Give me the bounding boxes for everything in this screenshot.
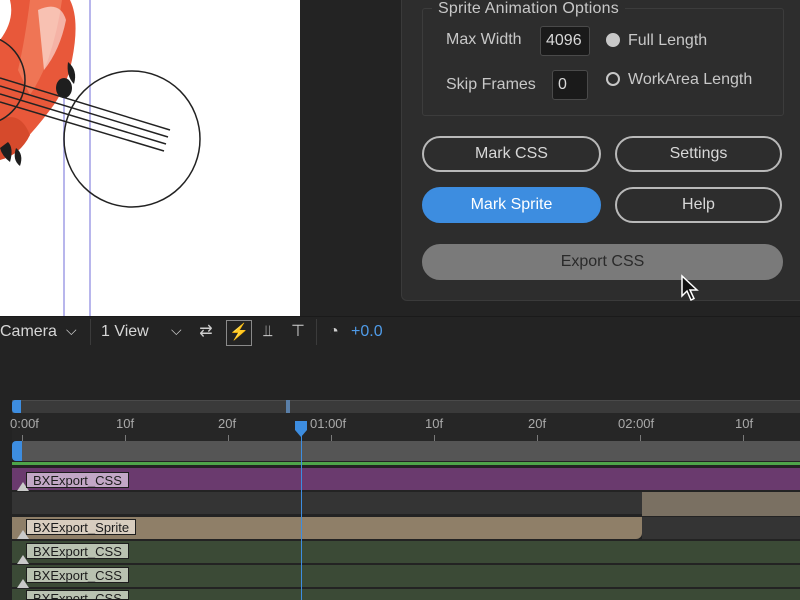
toolbar-divider (316, 319, 317, 345)
layer-track-empty (642, 517, 800, 539)
tick-label: 10f (116, 416, 135, 431)
tick-label: 10f (735, 416, 754, 431)
mark-css-button[interactable]: Mark CSS (422, 136, 601, 172)
timeline-icon[interactable]: ⫫ (256, 320, 280, 344)
mouse-cursor-icon (681, 274, 699, 302)
full-length-label[interactable]: Full Length (628, 32, 707, 50)
fast-preview-icon[interactable]: ⚡ (226, 320, 252, 346)
tick-label: 01:00f (310, 416, 347, 431)
layer-track-css[interactable] (12, 541, 800, 563)
skip-frames-field[interactable]: 0 (552, 70, 588, 100)
fox-illustration (0, 0, 201, 316)
playhead-handle[interactable] (294, 420, 308, 438)
composition-viewer[interactable] (0, 0, 300, 316)
max-width-field[interactable]: 4096 (540, 26, 590, 56)
max-width-label: Max Width (446, 31, 522, 48)
workarea-length-label[interactable]: WorkArea Length (628, 71, 752, 89)
navigator-current-marker (286, 400, 290, 413)
flowchart-icon[interactable]: ⊤ (286, 320, 310, 344)
cache-indicator (12, 462, 800, 465)
layer-name[interactable]: BXExport_CSS (26, 567, 129, 583)
work-area-bar[interactable] (22, 441, 800, 461)
tick-label: 20f (218, 416, 237, 431)
workarea-length-radio[interactable] (606, 72, 620, 86)
camera-dropdown-label[interactable]: Camera (0, 323, 57, 341)
settings-button[interactable]: Settings (615, 136, 782, 172)
layer-name[interactable]: BXExport_Sprite (26, 519, 137, 535)
navigator-start-handle[interactable] (12, 400, 21, 413)
time-navigator[interactable] (12, 400, 800, 414)
sprite-options-group (422, 8, 784, 116)
chevron-down-icon[interactable]: ⌵ (171, 322, 182, 339)
help-button[interactable]: Help (615, 187, 782, 223)
exposure-value[interactable]: +0.0 (351, 323, 383, 341)
export-css-button[interactable]: Export CSS (422, 244, 783, 280)
skip-frames-label: Skip Frames (446, 76, 536, 93)
layer-name[interactable]: BXExport_CSS (26, 543, 129, 559)
playhead-line (301, 430, 302, 600)
mark-sprite-button[interactable]: Mark Sprite (422, 187, 601, 223)
layer-name[interactable]: BXExport_CSS (26, 472, 129, 488)
work-area-start-handle[interactable] (12, 441, 22, 461)
toolbar-divider (90, 319, 91, 345)
layer-track-css[interactable] (12, 468, 800, 490)
layer-bar-segment[interactable] (642, 492, 800, 516)
tick-label: 0:00f (10, 416, 39, 431)
tick-label: 02:00f (618, 416, 655, 431)
sprite-options-title: Sprite Animation Options (432, 0, 625, 18)
view-dropdown-label[interactable]: 1 View (101, 323, 149, 341)
layer-track-css[interactable] (12, 589, 800, 600)
pixel-aspect-icon[interactable]: ⇄ (194, 320, 218, 344)
full-length-radio[interactable] (606, 33, 620, 47)
exposure-icon[interactable]: ◔ (322, 320, 346, 344)
tick-label: 10f (425, 416, 444, 431)
chevron-down-icon[interactable]: ⌵ (66, 322, 77, 339)
layer-name[interactable]: BXExport_CSS (26, 590, 129, 600)
tick-label: 20f (528, 416, 547, 431)
layer-track-css[interactable] (12, 565, 800, 587)
